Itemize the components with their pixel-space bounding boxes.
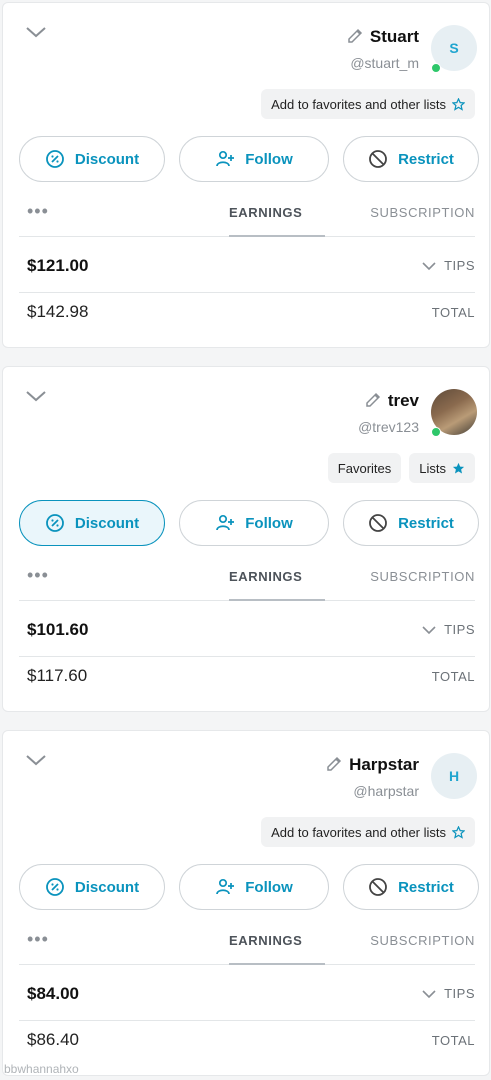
restrict-icon (369, 514, 387, 532)
tips-label: TIPS (444, 622, 475, 637)
card-tabs: ••• EARNINGS SUBSCRIPTION (19, 199, 475, 237)
restrict-button[interactable]: Restrict (343, 500, 479, 546)
tab-earnings[interactable]: EARNINGS (229, 933, 302, 948)
tips-label: TIPS (444, 986, 475, 1001)
follow-button[interactable]: Follow (179, 500, 329, 546)
online-status-dot (431, 427, 441, 437)
follow-user-icon (216, 514, 235, 531)
discount-label: Discount (74, 150, 140, 168)
more-options-icon[interactable]: ••• (27, 565, 49, 586)
restrict-button[interactable]: Restrict (343, 136, 479, 182)
lists-chips: Favorites Lists (327, 453, 475, 483)
tab-earnings[interactable]: EARNINGS (229, 569, 302, 584)
chevron-down-icon[interactable] (25, 389, 47, 403)
user-card: S Stuart @stuart_m Add to favorites and … (2, 2, 490, 348)
restrict-label: Restrict (398, 514, 454, 532)
pencil-icon[interactable] (346, 28, 364, 46)
total-row: $117.60 TOTAL (19, 649, 475, 703)
total-label: TOTAL (431, 304, 475, 320)
active-tab-underline (229, 963, 325, 965)
chevron-down-icon[interactable] (25, 25, 47, 39)
list-chip[interactable]: Add to favorites and other lists (261, 89, 475, 119)
tips-amount: $121.00 (27, 255, 89, 275)
star-outline-icon (452, 97, 465, 111)
discount-button[interactable]: Discount (19, 864, 165, 910)
total-amount: $117.60 (27, 666, 88, 685)
restrict-label: Restrict (398, 878, 454, 896)
chevron-down-icon[interactable] (25, 753, 47, 767)
total-label: TOTAL (431, 668, 475, 684)
restrict-icon (369, 150, 387, 168)
user-card: trev @trev123 Favorites Lists Discount Fo… (2, 366, 490, 712)
discount-button[interactable]: Discount (19, 136, 165, 182)
card-tabs: ••• EARNINGS SUBSCRIPTION (19, 927, 475, 965)
chevron-down-icon (422, 261, 436, 270)
discount-icon (46, 150, 64, 168)
pencil-icon[interactable] (325, 756, 343, 774)
tips-amount: $101.60 (27, 619, 89, 639)
list-chip[interactable]: Lists (409, 453, 475, 483)
tab-subscription[interactable]: SUBSCRIPTION (370, 933, 475, 948)
avatar-initial: H (448, 768, 460, 784)
discount-icon (46, 878, 64, 896)
more-options-icon[interactable]: ••• (27, 929, 49, 950)
total-row: $86.40 TOTAL (19, 1013, 475, 1067)
discount-label: Discount (74, 878, 140, 896)
follow-label: Follow (245, 514, 293, 532)
lists-chips: Add to favorites and other lists (261, 817, 475, 847)
tab-subscription[interactable]: SUBSCRIPTION (370, 205, 475, 220)
user-name[interactable]: Harpstar (349, 755, 419, 775)
star-filled-icon (452, 462, 465, 474)
tab-earnings[interactable]: EARNINGS (229, 205, 302, 220)
follow-label: Follow (245, 150, 293, 168)
restrict-icon (369, 878, 387, 896)
user-handle[interactable]: @trev123 (358, 419, 419, 435)
total-label: TOTAL (431, 1032, 475, 1048)
follow-user-icon (216, 150, 235, 167)
user-handle[interactable]: @stuart_m (350, 55, 419, 71)
tips-label: TIPS (444, 258, 475, 273)
restrict-button[interactable]: Restrict (343, 864, 479, 910)
online-status-dot (431, 63, 441, 73)
follow-label: Follow (245, 878, 293, 896)
discount-button[interactable]: Discount (19, 500, 165, 546)
discount-label: Discount (74, 514, 140, 532)
watermark: bbwhannahxo (4, 1062, 79, 1076)
total-row: $142.98 TOTAL (19, 285, 475, 339)
tab-subscription[interactable]: SUBSCRIPTION (370, 569, 475, 584)
restrict-label: Restrict (398, 150, 454, 168)
user-handle[interactable]: @harpstar (353, 783, 419, 799)
active-tab-underline (229, 599, 325, 601)
lists-chips: Add to favorites and other lists (261, 89, 475, 119)
more-options-icon[interactable]: ••• (27, 201, 49, 222)
follow-button[interactable]: Follow (179, 864, 329, 910)
user-name[interactable]: trev (388, 391, 419, 411)
tips-amount: $84.00 (27, 983, 79, 1003)
card-tabs: ••• EARNINGS SUBSCRIPTION (19, 563, 475, 601)
active-tab-underline (229, 235, 325, 237)
follow-user-icon (216, 878, 235, 895)
user-name[interactable]: Stuart (370, 27, 419, 47)
list-chip[interactable]: Add to favorites and other lists (261, 817, 475, 847)
user-card: H Harpstar @harpstar Add to favorites an… (2, 730, 490, 1076)
chevron-down-icon (422, 625, 436, 634)
avatar-initial: S (449, 40, 459, 56)
chip-label: Add to favorites and other lists (271, 96, 446, 112)
discount-icon (46, 514, 64, 532)
total-amount: $142.98 (27, 302, 89, 321)
chip-label: Lists (419, 460, 446, 476)
star-outline-icon (452, 825, 465, 839)
total-amount: $86.40 (27, 1030, 79, 1049)
follow-button[interactable]: Follow (179, 136, 329, 182)
chip-label: Favorites (337, 460, 392, 476)
chip-label: Add to favorites and other lists (271, 824, 446, 840)
chevron-down-icon (422, 989, 436, 998)
avatar[interactable]: H (431, 753, 477, 799)
list-chip[interactable]: Favorites (327, 453, 402, 483)
pencil-icon[interactable] (364, 392, 382, 410)
